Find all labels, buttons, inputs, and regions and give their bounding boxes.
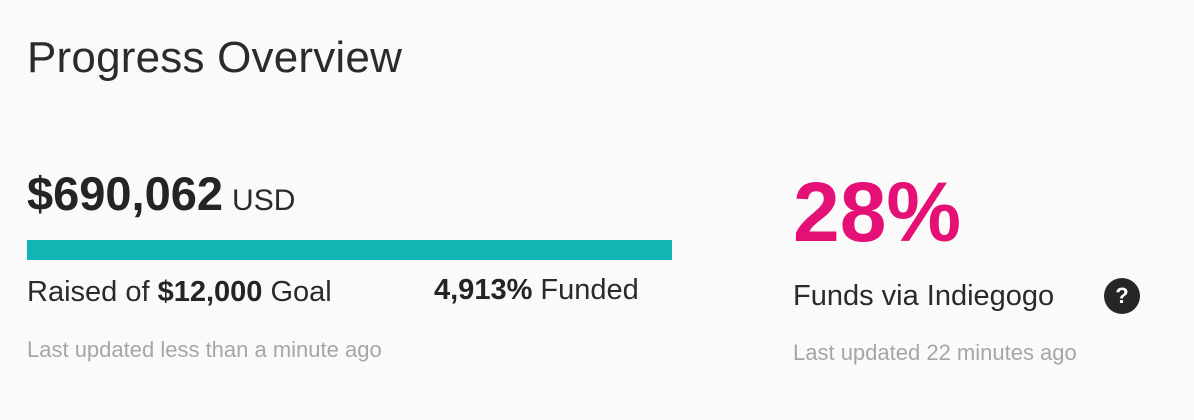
funding-progress-fill — [27, 240, 672, 260]
campaign-last-updated: Last updated less than a minute ago — [27, 337, 382, 362]
question-circle-icon[interactable]: ? — [1104, 278, 1140, 314]
goal-suffix: Goal — [262, 276, 332, 308]
funded-text: 4,913% Funded — [434, 274, 639, 307]
goal-amount: $12,000 — [157, 276, 263, 308]
currency-label: USD — [232, 184, 296, 217]
funded-label: Funded — [532, 274, 639, 306]
goal-prefix: Raised of — [27, 276, 158, 308]
raised-amount: $690,062 — [27, 167, 224, 220]
goal-text: Raised of $12,000 Goal — [27, 276, 332, 309]
funding-progress-bar — [27, 240, 672, 260]
raised-amount-row: $690,062 USD — [27, 166, 295, 221]
funded-percent: 4,913% — [434, 274, 533, 306]
indiegogo-percent: 28% — [793, 165, 962, 259]
page-title: Progress Overview — [27, 33, 403, 82]
indiegogo-funds-label: Funds via Indiegogo — [793, 280, 1055, 312]
indiegogo-last-updated: Last updated 22 minutes ago — [793, 340, 1077, 365]
